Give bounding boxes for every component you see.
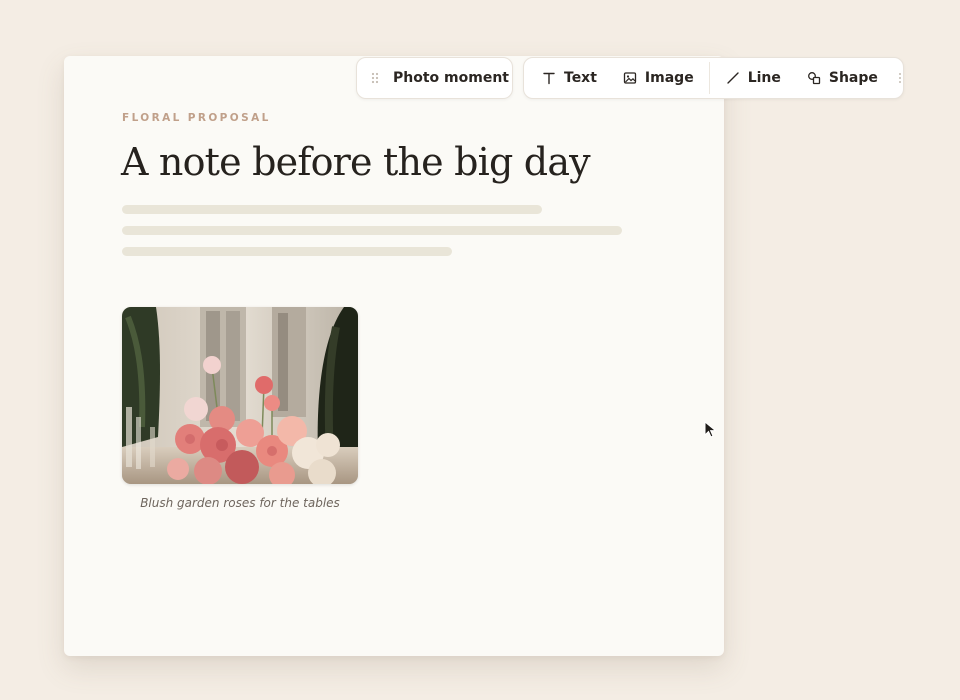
text-icon: [542, 71, 556, 85]
photo-block[interactable]: [122, 307, 358, 484]
page-title[interactable]: A note before the big day: [121, 140, 591, 184]
toolbar-shape-button[interactable]: Shape: [807, 63, 878, 93]
document-page[interactable]: FLORAL PROPOSAL A note before the big da…: [64, 56, 724, 656]
text-placeholder-line: [122, 226, 622, 235]
toolbar-shape-label: Shape: [828, 70, 878, 86]
toolbar-text-label: Text: [564, 70, 597, 86]
photo-caption[interactable]: Blush garden roses for the tables: [122, 496, 358, 510]
toolbar-divider: [708, 62, 710, 94]
toolbar-line-label: Line: [747, 70, 781, 86]
toolbar-text-button[interactable]: Text: [542, 63, 597, 93]
block-selection-pill[interactable]: Photo moment: [356, 57, 513, 99]
shape-icon: [807, 71, 821, 85]
toolbar-image-label: Image: [644, 70, 694, 86]
toolbar-line-button[interactable]: Line: [726, 63, 781, 93]
garden-roses-photo: [122, 307, 358, 484]
text-placeholder-line: [122, 205, 542, 214]
drag-handle-icon[interactable]: [371, 72, 379, 84]
block-name-label: Photo moment: [393, 70, 509, 86]
section-eyebrow: FLORAL PROPOSAL: [122, 112, 271, 124]
mouse-pointer-icon: [704, 421, 720, 441]
more-vertical-icon[interactable]: [898, 72, 902, 84]
toolbar-image-button[interactable]: Image: [623, 63, 694, 93]
text-placeholder-line: [122, 247, 452, 256]
image-icon: [623, 71, 637, 85]
line-icon: [726, 71, 740, 85]
insert-toolbar: Text Image Line Shape: [523, 57, 904, 99]
